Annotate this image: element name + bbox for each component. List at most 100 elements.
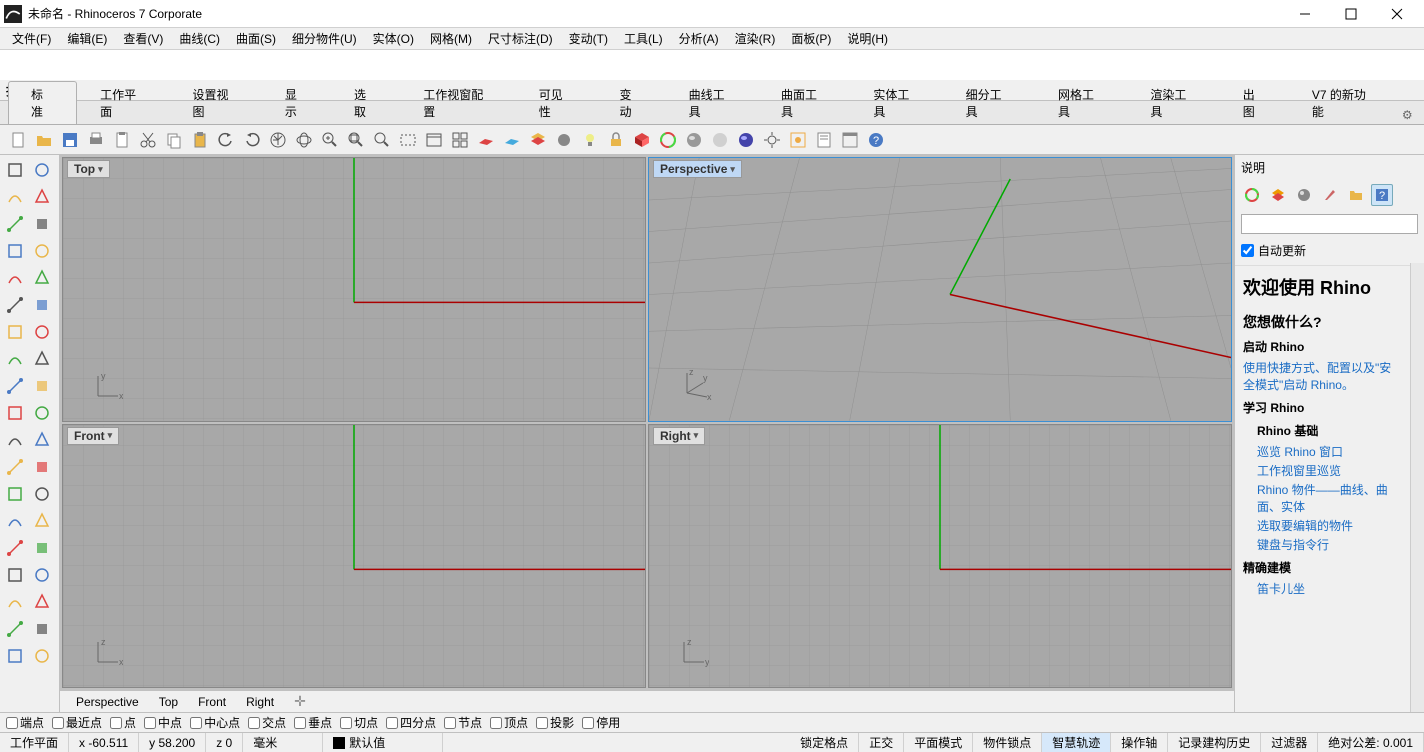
tool-tab[interactable]: 渲染工具 [1127,81,1219,124]
help-link[interactable]: 选取要编辑的物件 [1257,517,1402,534]
curve-icon[interactable] [29,184,55,210]
named-view-icon[interactable] [422,128,446,152]
viewport-tab[interactable]: Front [188,693,236,711]
viewport-label-front[interactable]: Front▾ [67,427,119,445]
osnap-item[interactable]: 中点 [144,714,182,731]
osnap-item[interactable]: 端点 [6,714,44,731]
copy-clip-icon[interactable] [110,128,134,152]
rectangle-icon[interactable] [2,238,28,264]
help-icon[interactable]: ? [864,128,888,152]
osnap-item[interactable]: 切点 [340,714,378,731]
rotate-view-icon[interactable] [292,128,316,152]
viewport-label-perspective[interactable]: Perspective▾ [653,160,742,178]
menu-item[interactable]: 编辑(E) [59,28,115,49]
rendered-icon[interactable] [734,128,758,152]
sweep-icon[interactable] [2,373,28,399]
osnap-item[interactable]: 四分点 [386,714,436,731]
join-icon[interactable] [29,508,55,534]
tool-tab[interactable]: 设置视图 [170,81,262,124]
tool-tab[interactable]: 变动 [596,81,665,124]
tool-tab[interactable]: 可见性 [516,81,597,124]
library-icon[interactable] [1345,184,1367,206]
split-icon[interactable] [29,535,55,561]
light-icon[interactable] [578,128,602,152]
extrude-icon[interactable] [2,346,28,372]
auto-update-checkbox[interactable]: 自动更新 [1235,238,1424,263]
menu-item[interactable]: 渲染(R) [727,28,784,49]
tool-tab[interactable]: 选取 [331,81,400,124]
scrollbar[interactable] [1410,263,1424,712]
viewport-right[interactable]: Right▾ zy [648,424,1232,689]
print-icon[interactable] [84,128,108,152]
properties-icon[interactable] [786,128,810,152]
osnap-item[interactable]: 顶点 [490,714,528,731]
point-icon[interactable] [2,292,28,318]
document-props-icon[interactable] [812,128,836,152]
array-icon[interactable] [2,589,28,615]
zoom-extents-icon[interactable] [344,128,368,152]
mesh-icon[interactable] [2,481,28,507]
tool-tab[interactable]: 工作平面 [77,81,169,124]
copy-icon[interactable] [162,128,186,152]
menu-item[interactable]: 细分物件(U) [284,28,365,49]
help-link[interactable]: 工作视窗里巡览 [1257,462,1402,479]
tool-tab[interactable]: V7 的新功能 [1289,81,1399,124]
properties-icon[interactable] [1241,184,1263,206]
text-icon[interactable] [29,292,55,318]
boolean-icon[interactable] [29,454,55,480]
lasso-icon[interactable] [29,157,55,183]
status-toggle[interactable]: 正交 [859,733,904,752]
help-link[interactable]: 键盘与指令行 [1257,536,1402,553]
solid-tools-icon[interactable] [2,454,28,480]
tool-tab[interactable]: 曲面工具 [758,81,850,124]
status-toggle[interactable]: 记录建构历史 [1168,733,1261,752]
viewport-tab[interactable]: Right [236,693,284,711]
status-toggle[interactable]: 平面模式 [904,733,973,752]
menu-item[interactable]: 变动(T) [561,28,616,49]
pointer-icon[interactable] [2,157,28,183]
menu-item[interactable]: 工具(L) [616,28,671,49]
shade-icon[interactable] [682,128,706,152]
help-link[interactable]: Rhino 物件——曲线、曲面、实体 [1257,481,1402,515]
zoom-selected-icon[interactable] [370,128,394,152]
materials-icon[interactable] [1319,184,1341,206]
layers-icon[interactable] [526,128,550,152]
layers-icon[interactable] [1267,184,1289,206]
sphere-icon[interactable] [29,400,55,426]
menu-item[interactable]: 文件(F) [4,28,59,49]
osnap-item[interactable]: 节点 [444,714,482,731]
menu-item[interactable]: 面板(P) [783,28,839,49]
help-icon[interactable]: ? [1371,184,1393,206]
paste-icon[interactable] [188,128,212,152]
set-cplane-icon[interactable] [474,128,498,152]
save-icon[interactable] [58,128,82,152]
cut-icon[interactable] [136,128,160,152]
help-link[interactable]: 使用快捷方式、配置以及"安全模式"启动 Rhino。 [1243,359,1402,393]
render-icon[interactable] [630,128,654,152]
revolve-icon[interactable] [29,346,55,372]
status-units[interactable]: 毫米 [243,733,323,752]
status-toggle[interactable]: 物件锁点 [973,733,1042,752]
trim-icon[interactable] [2,535,28,561]
osnap-item[interactable]: 交点 [248,714,286,731]
viewport-tab[interactable]: Perspective [66,693,149,711]
viewport-top[interactable]: Top▾ yx [62,157,646,422]
render-preview-icon[interactable] [656,128,680,152]
curve2-icon[interactable] [29,265,55,291]
polyline-icon[interactable] [2,184,28,210]
osnap-item[interactable]: 垂点 [294,714,332,731]
named-cplane-icon[interactable] [500,128,524,152]
gear-icon[interactable]: ⚙ [1399,106,1416,124]
help-search-input[interactable] [1241,214,1418,234]
osnap-item[interactable]: 投影 [536,714,574,731]
arc-icon[interactable] [29,211,55,237]
cone-icon[interactable] [29,427,55,453]
viewport-front[interactable]: Front▾ zx [62,424,646,689]
subd-icon[interactable] [29,481,55,507]
rotate-icon[interactable] [29,616,55,642]
menu-item[interactable]: 曲线(C) [171,28,228,49]
polygon-icon[interactable] [29,238,55,264]
options-icon[interactable] [760,128,784,152]
tool-tab[interactable]: 标准 [8,81,77,124]
pan-icon[interactable] [266,128,290,152]
